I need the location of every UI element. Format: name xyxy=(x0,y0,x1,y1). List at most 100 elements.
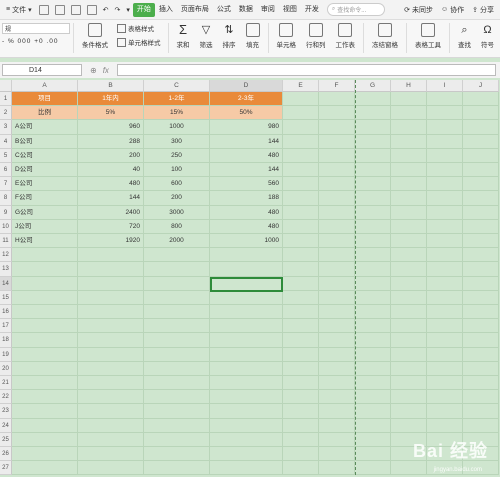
cell-i15[interactable] xyxy=(427,290,463,305)
cell-j17[interactable] xyxy=(463,319,499,334)
cell-f12[interactable] xyxy=(319,248,355,263)
row-header-9[interactable]: 9 xyxy=(0,205,12,220)
row-header-26[interactable]: 26 xyxy=(0,447,12,462)
cell-e11[interactable] xyxy=(283,234,319,249)
cell-i24[interactable] xyxy=(427,418,463,433)
sync-button[interactable]: ⟳ 未同步 xyxy=(404,5,433,15)
cell-f2[interactable] xyxy=(319,106,355,121)
cell-f11[interactable] xyxy=(319,234,355,249)
tab-developer[interactable]: 开发 xyxy=(301,3,323,17)
cell-d2[interactable]: 50% xyxy=(210,106,283,121)
cell-d13[interactable] xyxy=(210,262,283,277)
cell-i23[interactable] xyxy=(427,404,463,419)
cell-c3[interactable]: 1000 xyxy=(144,120,210,135)
cell-a24[interactable] xyxy=(12,418,78,433)
cell-a26[interactable] xyxy=(12,447,78,462)
cell-c13[interactable] xyxy=(144,262,210,277)
cell-e23[interactable] xyxy=(283,404,319,419)
cell-c27[interactable] xyxy=(144,461,210,476)
share-button[interactable]: ⇪ 分享 xyxy=(472,5,494,15)
row-header-16[interactable]: 16 xyxy=(0,305,12,320)
cell-g26[interactable] xyxy=(355,447,391,462)
cell-b4[interactable]: 288 xyxy=(78,134,144,149)
cell-c8[interactable]: 200 xyxy=(144,191,210,206)
cell-f24[interactable] xyxy=(319,418,355,433)
cell-a8[interactable]: F公司 xyxy=(12,191,78,206)
cell-f21[interactable] xyxy=(319,376,355,391)
cell-c12[interactable] xyxy=(144,248,210,263)
cell-d3[interactable]: 980 xyxy=(210,120,283,135)
column-header-a[interactable]: A xyxy=(12,80,78,92)
cell-f1[interactable] xyxy=(319,92,355,107)
cell-i20[interactable] xyxy=(427,361,463,376)
cell-f23[interactable] xyxy=(319,404,355,419)
cell-b12[interactable] xyxy=(78,248,144,263)
cell-a21[interactable] xyxy=(12,376,78,391)
cell-j8[interactable] xyxy=(463,191,499,206)
cell-j1[interactable] xyxy=(463,92,499,107)
column-header-e[interactable]: E xyxy=(283,80,319,92)
row-header-11[interactable]: 11 xyxy=(0,234,12,249)
cell-g10[interactable] xyxy=(355,219,391,234)
filter-button[interactable]: ▽ 筛选 xyxy=(200,23,213,49)
cell-d18[interactable] xyxy=(210,333,283,348)
cell-h1[interactable] xyxy=(391,92,427,107)
cell-j2[interactable] xyxy=(463,106,499,121)
cell-d11[interactable]: 1000 xyxy=(210,234,283,249)
cell-c15[interactable] xyxy=(144,290,210,305)
row-header-15[interactable]: 15 xyxy=(0,290,12,305)
cell-f13[interactable] xyxy=(319,262,355,277)
table-style-button[interactable]: 表格样式 xyxy=(117,23,161,33)
cell-f25[interactable] xyxy=(319,432,355,447)
cell-f17[interactable] xyxy=(319,319,355,334)
cell-b24[interactable] xyxy=(78,418,144,433)
cell-b13[interactable] xyxy=(78,262,144,277)
cell-d17[interactable] xyxy=(210,319,283,334)
cell-e14[interactable] xyxy=(283,276,319,291)
cell-j24[interactable] xyxy=(463,418,499,433)
cell-style-button[interactable]: 单元格样式 xyxy=(117,37,161,47)
cond-format-button[interactable]: 条件格式 xyxy=(82,23,108,49)
cell-h24[interactable] xyxy=(391,418,427,433)
cell-j7[interactable] xyxy=(463,177,499,192)
cell-e12[interactable] xyxy=(283,248,319,263)
cell-e1[interactable] xyxy=(283,92,319,107)
cell-g13[interactable] xyxy=(355,262,391,277)
cell-a19[interactable] xyxy=(12,347,78,362)
cell-g15[interactable] xyxy=(355,290,391,305)
row-header-8[interactable]: 8 xyxy=(0,191,12,206)
undo-icon[interactable]: ↶ xyxy=(103,6,109,14)
row-header-4[interactable]: 4 xyxy=(0,134,12,149)
cell-j22[interactable] xyxy=(463,390,499,405)
cell-j3[interactable] xyxy=(463,120,499,135)
cell-d7[interactable]: 560 xyxy=(210,177,283,192)
cell-b7[interactable]: 480 xyxy=(78,177,144,192)
rowcol-button[interactable]: 行和列 xyxy=(306,23,326,49)
cell-f22[interactable] xyxy=(319,390,355,405)
cell-j18[interactable] xyxy=(463,333,499,348)
cell-e17[interactable] xyxy=(283,319,319,334)
more-icon[interactable]: ▾ xyxy=(126,6,130,14)
cell-b10[interactable]: 720 xyxy=(78,219,144,234)
row-header-21[interactable]: 21 xyxy=(0,376,12,391)
cell-h15[interactable] xyxy=(391,290,427,305)
cell-a7[interactable]: E公司 xyxy=(12,177,78,192)
tab-data[interactable]: 数据 xyxy=(235,3,257,17)
cell-i11[interactable] xyxy=(427,234,463,249)
cell-j14[interactable] xyxy=(463,276,499,291)
freeze-button[interactable]: 冻结窗格 xyxy=(372,23,398,49)
cell-i4[interactable] xyxy=(427,134,463,149)
cell-b3[interactable]: 960 xyxy=(78,120,144,135)
cell-h6[interactable] xyxy=(391,163,427,178)
cell-f14[interactable] xyxy=(319,276,355,291)
cell-g4[interactable] xyxy=(355,134,391,149)
cell-e20[interactable] xyxy=(283,361,319,376)
cell-e9[interactable] xyxy=(283,205,319,220)
cell-g27[interactable] xyxy=(355,461,391,476)
cell-g21[interactable] xyxy=(355,376,391,391)
cell-a9[interactable]: G公司 xyxy=(12,205,78,220)
cell-g24[interactable] xyxy=(355,418,391,433)
fill-button[interactable]: 填充 xyxy=(245,23,260,49)
cell-f26[interactable] xyxy=(319,447,355,462)
cell-c5[interactable]: 250 xyxy=(144,148,210,163)
